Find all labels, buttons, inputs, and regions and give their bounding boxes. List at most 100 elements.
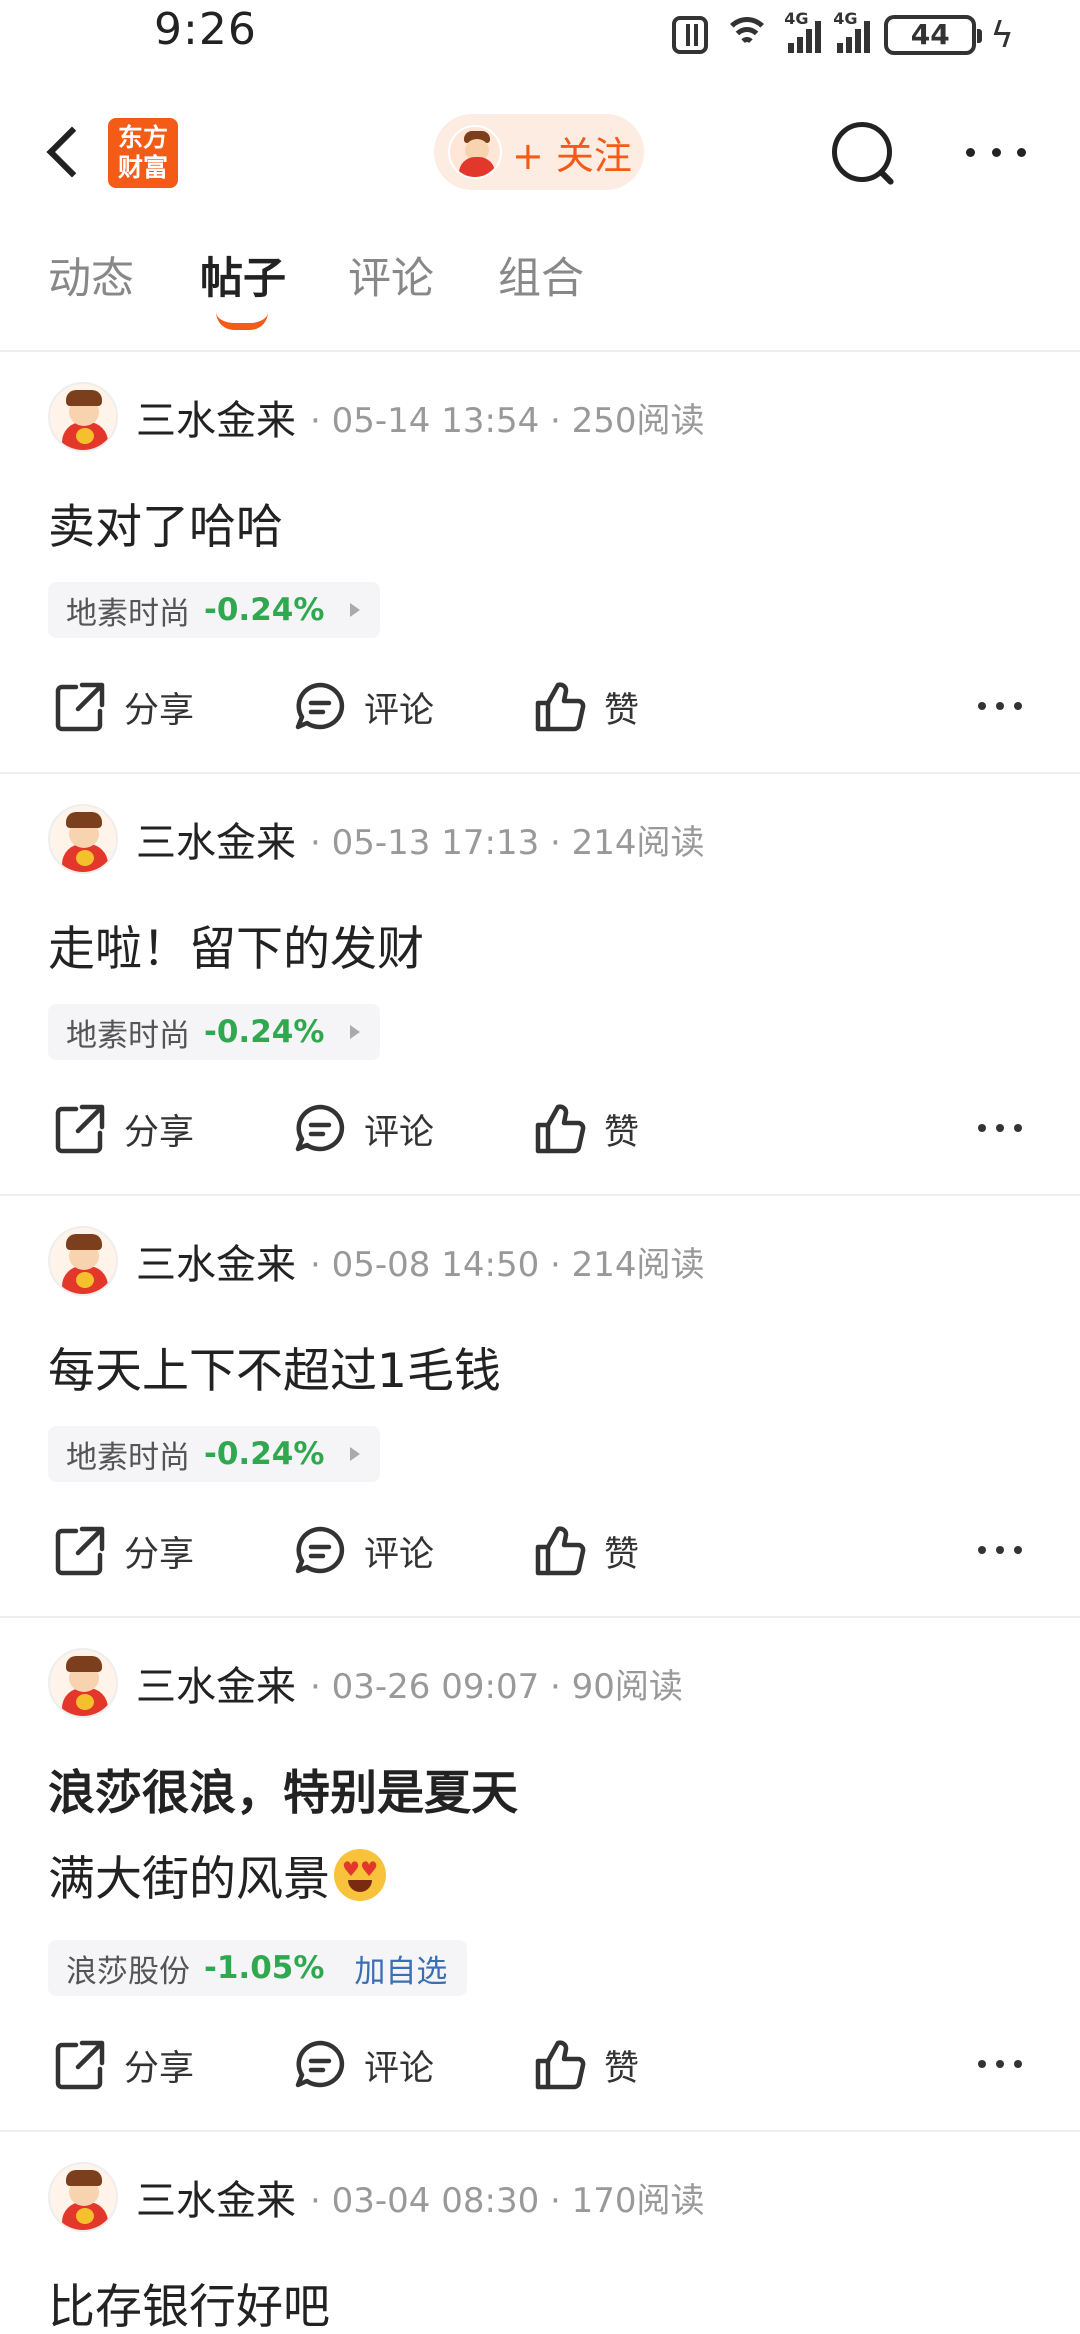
post-title[interactable]: 卖对了哈哈	[48, 488, 283, 557]
back-icon[interactable]	[44, 128, 88, 176]
share-button[interactable]: 分享	[52, 2030, 194, 2100]
post-more-icon[interactable]	[978, 702, 1022, 712]
stock-chip[interactable]: 地素时尚 -0.24%	[48, 1004, 381, 1060]
like-button[interactable]: 赞	[532, 1516, 639, 1586]
chevron-right-icon	[350, 603, 361, 617]
stock-chip[interactable]: 浪莎股份 -1.05% 加自选	[48, 1940, 468, 1996]
author-name[interactable]: 三水金来	[136, 1654, 296, 1712]
post-card[interactable]: 三水金来 · 05-14 13:54 · 250阅读 卖对了哈哈 地素时尚 -0…	[0, 352, 1080, 772]
thumbs-up-icon	[532, 1101, 588, 1157]
post-title[interactable]: 比存银行好吧	[48, 2268, 330, 2334]
like-button[interactable]: 赞	[532, 2030, 639, 2100]
share-label: 分享	[124, 690, 195, 731]
more-icon[interactable]	[966, 148, 1026, 158]
post-more-icon[interactable]	[978, 2060, 1022, 2070]
author-name[interactable]: 三水金来	[136, 388, 296, 446]
post-actions: 分享 评论 赞	[0, 1094, 1080, 1164]
tab-posts[interactable]: 帖子	[200, 244, 286, 306]
logo-text: 东方	[117, 123, 168, 152]
follow-button[interactable]: + 关注	[434, 114, 644, 190]
stock-chip[interactable]: 地素时尚 -0.24%	[48, 1426, 381, 1482]
add-watchlist-button[interactable]: 加自选	[354, 1946, 447, 1991]
post-card[interactable]: 三水金来 · 03-26 09:07 · 90阅读 浪莎很浪，特别是夏天 满大街…	[0, 1618, 1080, 2130]
avatar[interactable]	[48, 2162, 118, 2232]
avatar[interactable]	[48, 1226, 118, 1296]
top-nav: 东方 财富 + 关注	[0, 110, 1080, 194]
comment-label: 评论	[364, 1112, 435, 1153]
status-icons: 4G 4G 44 ϟ	[672, 9, 1014, 60]
avatar[interactable]	[48, 1648, 118, 1718]
share-label: 分享	[124, 2048, 195, 2089]
post-body-text: 满大街的风景	[48, 1852, 330, 1907]
signal-type-label: 4G	[833, 9, 858, 28]
comment-icon	[292, 1101, 348, 1157]
search-icon[interactable]	[830, 120, 896, 186]
post-more-icon[interactable]	[978, 1546, 1022, 1556]
heart-eyes-emoji-icon	[334, 1848, 386, 1901]
comment-button[interactable]: 评论	[292, 1516, 434, 1586]
like-label: 赞	[604, 1534, 640, 1575]
post-more-icon[interactable]	[978, 1124, 1022, 1134]
post-title[interactable]: 每天上下不超过1毛钱	[48, 1332, 501, 1401]
post-card[interactable]: 三水金来 · 05-13 17:13 · 214阅读 走啦！留下的发财 地素时尚…	[0, 774, 1080, 1194]
comment-button[interactable]: 评论	[292, 2030, 434, 2100]
comment-label: 评论	[364, 690, 435, 731]
post-card[interactable]: 三水金来 · 05-08 14:50 · 214阅读 每天上下不超过1毛钱 地素…	[0, 1196, 1080, 1616]
comment-button[interactable]: 评论	[292, 1094, 434, 1164]
avatar[interactable]	[48, 382, 118, 452]
post-actions: 分享 评论 赞	[0, 1516, 1080, 1586]
thumbs-up-icon	[532, 1523, 588, 1579]
comment-label: 评论	[364, 2048, 435, 2089]
stock-name: 地素时尚	[66, 1017, 190, 1054]
share-label: 分享	[124, 1112, 195, 1153]
post-title[interactable]: 浪莎很浪，特别是夏天	[48, 1754, 518, 1823]
share-icon	[52, 2037, 108, 2093]
author-name[interactable]: 三水金来	[136, 810, 296, 868]
signal-icon: 4G	[833, 9, 871, 53]
avatar	[448, 125, 502, 179]
follow-label: + 关注	[512, 133, 632, 178]
stock-chip[interactable]: 地素时尚 -0.24%	[48, 582, 381, 638]
author-name[interactable]: 三水金来	[136, 2168, 296, 2226]
share-icon	[52, 1523, 108, 1579]
author-row: 三水金来 · 03-26 09:07 · 90阅读	[48, 1648, 683, 1718]
chevron-right-icon	[350, 1025, 361, 1039]
post-meta: · 05-08 14:50 · 214阅读	[310, 1244, 705, 1285]
profile-tabs: 动态 帖子 评论 组合	[0, 244, 1080, 344]
tab-dynamics[interactable]: 动态	[48, 244, 134, 306]
post-title[interactable]: 走啦！留下的发财	[48, 910, 424, 979]
like-label: 赞	[604, 2048, 640, 2089]
post-card[interactable]: 三水金来 · 03-04 08:30 · 170阅读 比存银行好吧	[0, 2132, 1080, 2334]
avatar[interactable]	[48, 804, 118, 874]
author-name[interactable]: 三水金来	[136, 1232, 296, 1290]
author-row: 三水金来 · 05-14 13:54 · 250阅读	[48, 382, 705, 452]
share-button[interactable]: 分享	[52, 672, 194, 742]
share-button[interactable]: 分享	[52, 1516, 194, 1586]
post-meta: · 05-13 17:13 · 214阅读	[310, 822, 705, 863]
comment-button[interactable]: 评论	[292, 672, 434, 742]
comment-icon	[292, 1523, 348, 1579]
tab-comments[interactable]: 评论	[348, 244, 434, 306]
post-meta: · 03-26 09:07 · 90阅读	[310, 1666, 683, 1707]
stock-name: 地素时尚	[66, 1439, 190, 1476]
share-icon	[52, 679, 108, 735]
post-body[interactable]: 满大街的风景	[48, 1840, 386, 1909]
stock-name: 地素时尚	[66, 595, 190, 632]
share-button[interactable]: 分享	[52, 1094, 194, 1164]
stock-change: -1.05%	[204, 1950, 325, 1986]
comment-label: 评论	[364, 1534, 435, 1575]
like-label: 赞	[604, 690, 640, 731]
author-row: 三水金来 · 05-13 17:13 · 214阅读	[48, 804, 705, 874]
app-logo[interactable]: 东方 财富	[108, 118, 178, 188]
post-actions: 分享 评论 赞	[0, 2030, 1080, 2100]
tab-portfolio[interactable]: 组合	[498, 244, 584, 306]
status-bar: 9:26 4G 4G 44 ϟ	[0, 0, 1080, 70]
charging-icon: ϟ	[990, 14, 1014, 56]
logo-text: 财富	[117, 153, 168, 182]
author-row: 三水金来 · 05-08 14:50 · 214阅读	[48, 1226, 705, 1296]
share-icon	[52, 1101, 108, 1157]
like-button[interactable]: 赞	[532, 1094, 639, 1164]
post-meta: · 03-04 08:30 · 170阅读	[310, 2180, 705, 2221]
active-tab-indicator	[216, 312, 268, 330]
like-button[interactable]: 赞	[532, 672, 639, 742]
